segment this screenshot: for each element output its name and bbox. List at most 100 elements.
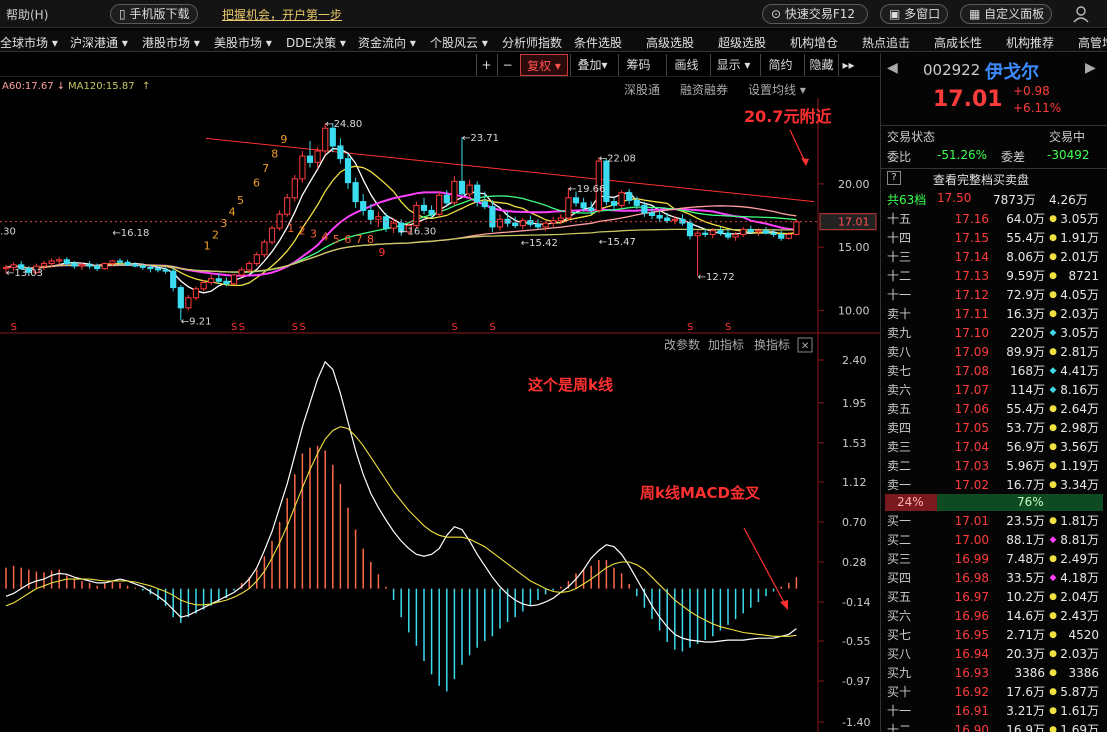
level-dot-icon: ● <box>1049 214 1057 224</box>
ratio-right: 76% <box>1017 495 1044 509</box>
ask-row[interactable]: 卖九 17.10 220万 ◆ 3.05万 <box>885 324 1105 343</box>
sgt-link[interactable]: 深股通 <box>624 81 660 98</box>
bid-row[interactable]: 十二 16.90 16.9万 ● 1.69万 <box>885 721 1105 732</box>
draw-line-button[interactable]: 画线 <box>666 54 706 76</box>
level-price: 17.07 <box>954 383 989 397</box>
level-price: 16.98 <box>954 571 989 585</box>
menu-item-6[interactable]: 个股风云 ▾ <box>430 34 488 51</box>
candle-body <box>785 233 792 239</box>
candle-body <box>78 264 86 267</box>
menu-item-15[interactable]: 高管增 <box>1078 34 1107 51</box>
menu-item-12[interactable]: 热点追击 <box>862 34 910 51</box>
ask-row[interactable]: 卖八 17.09 89.9万 ● 2.81万 <box>885 343 1105 362</box>
bid-row[interactable]: 买一 17.01 23.5万 ● 1.81万 <box>885 512 1105 531</box>
mobile-download-button[interactable]: ▯ 手机版下载 <box>110 4 198 24</box>
ask-row[interactable]: 十五 17.16 64.0万 ● 3.05万 <box>885 210 1105 229</box>
macd-add-button[interactable]: 加指标 <box>708 337 744 352</box>
display-button[interactable]: 显示 ▾ <box>710 54 756 76</box>
level-label: 十一 <box>887 288 912 302</box>
simple-button[interactable]: 简约 <box>760 54 800 76</box>
menu-item-1[interactable]: 沪深港通 ▾ <box>70 34 128 51</box>
bid-row[interactable]: 买三 16.99 7.48万 ● 2.49万 <box>885 550 1105 569</box>
ask-row[interactable]: 卖三 17.04 56.9万 ● 3.56万 <box>885 438 1105 457</box>
bid-row[interactable]: 买九 16.93 3386 ● 3386 <box>885 664 1105 683</box>
help-menu[interactable]: 帮助(H) <box>6 6 48 23</box>
menu-item-9[interactable]: 高级选股 <box>646 34 694 51</box>
ask-row[interactable]: 十一 17.12 72.9万 ● 4.05万 <box>885 286 1105 305</box>
slogan-link[interactable]: 把握机会，开户第一步 <box>222 6 342 23</box>
help-icon[interactable]: ? <box>887 171 901 185</box>
ask-row[interactable]: 卖六 17.07 114万 ◆ 8.16万 <box>885 381 1105 400</box>
level-label: 卖五 <box>887 402 912 416</box>
ask-row[interactable]: 十三 17.14 8.06万 ● 2.01万 <box>885 248 1105 267</box>
ask-row[interactable]: 十四 17.15 55.4万 ● 1.91万 <box>885 229 1105 248</box>
ask-row[interactable]: 卖十 17.11 16.3万 ● 2.03万 <box>885 305 1105 324</box>
price-change-pct: +6.11% <box>1013 101 1062 115</box>
macd-params-button[interactable]: 改参数 <box>664 337 700 352</box>
fast-trade-button[interactable]: ⊙ 快速交易F12 <box>762 4 868 24</box>
level-label: 买二 <box>887 533 912 547</box>
candle-body <box>747 228 754 233</box>
macd-tick-7: -0.55 <box>842 635 870 648</box>
menu-item-10[interactable]: 超级选股 <box>718 34 766 51</box>
seq-down-2: 2 <box>299 225 306 238</box>
level-volume: 10.2万 <box>1006 590 1045 604</box>
expand-icon[interactable]: ▸▸ <box>838 54 858 76</box>
menu-item-11[interactable]: 机构增仓 <box>790 34 838 51</box>
ask-row[interactable]: 卖一 17.02 16.7万 ● 3.34万 <box>885 476 1105 495</box>
zoom-out-button[interactable]: − <box>497 54 517 76</box>
bid-row[interactable]: 买七 16.95 2.71万 ● 4520 <box>885 626 1105 645</box>
menu-item-5[interactable]: 资金流向 ▾ <box>358 34 416 51</box>
menu-item-0[interactable]: 全球市场 ▾ <box>0 34 58 51</box>
user-icon[interactable] <box>1072 5 1090 23</box>
prev-stock-icon[interactable]: ◀ <box>887 60 898 76</box>
bid-row[interactable]: 买六 16.96 14.6万 ● 2.43万 <box>885 607 1105 626</box>
candle-body <box>230 274 238 285</box>
bid-row[interactable]: 买八 16.94 20.3万 ● 2.03万 <box>885 645 1105 664</box>
margin-link[interactable]: 融资融券 <box>680 81 728 98</box>
fuquan-button[interactable]: 复权 ▾ <box>520 54 568 76</box>
menu-item-7[interactable]: 分析师指数 <box>502 34 562 51</box>
menu-item-2[interactable]: 港股市场 ▾ <box>142 34 200 51</box>
bid-row[interactable]: 买四 16.98 33.5万 ◆ 4.18万 <box>885 569 1105 588</box>
menu-item-8[interactable]: 条件选股 <box>574 34 622 51</box>
macd-tick-3: 1.12 <box>842 476 867 489</box>
ask-row[interactable]: 卖七 17.08 168万 ◆ 4.41万 <box>885 362 1105 381</box>
bid-row[interactable]: 买二 17.00 88.1万 ◆ 8.81万 <box>885 531 1105 550</box>
candle-body <box>56 259 63 262</box>
ask-row[interactable]: 卖四 17.05 53.7万 ● 2.98万 <box>885 419 1105 438</box>
trade-status-label: 交易状态 <box>887 130 936 144</box>
next-stock-icon[interactable]: ▶ <box>1085 60 1096 76</box>
hide-button[interactable]: 隐藏 <box>804 54 838 76</box>
full-book-row[interactable]: ? 查看完整档买卖盘 <box>881 168 1107 188</box>
menu-item-4[interactable]: DDE决策 ▾ <box>286 34 346 51</box>
custom-panel-button[interactable]: ▦ 自定义面板 <box>960 4 1052 24</box>
bid-row[interactable]: 十一 16.91 3.21万 ● 1.61万 <box>885 702 1105 721</box>
set-ma-link[interactable]: 设置均线 ▾ <box>748 81 806 98</box>
level-label: 买十 <box>887 685 912 699</box>
menu-item-3[interactable]: 美股市场 ▾ <box>214 34 272 51</box>
ask-row[interactable]: 卖五 17.06 55.4万 ● 2.64万 <box>885 400 1105 419</box>
multi-window-button[interactable]: ▣ 多窗口 <box>880 4 948 24</box>
macd-swap-button[interactable]: 换指标 <box>754 337 790 352</box>
menu-item-14[interactable]: 机构推荐 <box>1006 34 1054 51</box>
bid-row[interactable]: 买十 16.92 17.6万 ● 5.87万 <box>885 683 1105 702</box>
bid-row[interactable]: 买五 16.97 10.2万 ● 2.04万 <box>885 588 1105 607</box>
zoom-in-button[interactable]: + <box>476 54 496 76</box>
level-price: 17.15 <box>954 231 989 245</box>
ask-row[interactable]: 卖二 17.03 5.96万 ● 1.19万 <box>885 457 1105 476</box>
overlay-button[interactable]: 叠加▾ <box>570 54 614 76</box>
seq-down-5: 5 <box>333 233 340 246</box>
level-price: 16.91 <box>954 704 989 718</box>
candle-body <box>63 259 70 265</box>
full-book-link[interactable]: 查看完整档买卖盘 <box>933 171 1029 188</box>
candle-body <box>451 180 458 204</box>
level-dot-icon: ● <box>1049 423 1057 433</box>
chip-button[interactable]: 筹码 <box>618 54 658 76</box>
seq-up-2: 2 <box>212 228 219 241</box>
weekly-kline-chart[interactable]: ←24.80 ←23.71 ←22.08 ←19.66 ←16.18 ←16.30 ←15.… <box>0 98 880 732</box>
level-volume: 7.48万 <box>1006 552 1045 566</box>
ask-row[interactable]: 十二 17.13 9.59万 ● 8721 <box>885 267 1105 286</box>
level-label: 卖八 <box>887 345 912 359</box>
menu-item-13[interactable]: 高成长性 <box>934 34 982 51</box>
